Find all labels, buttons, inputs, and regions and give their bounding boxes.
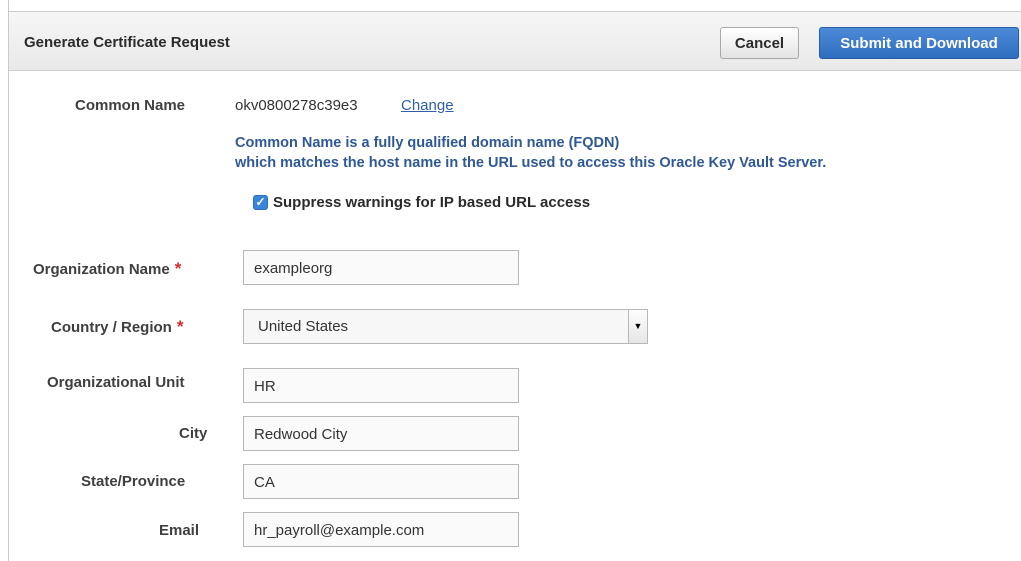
page-title: Generate Certificate Request xyxy=(24,34,230,51)
suppress-warnings-checkbox[interactable]: ✓ xyxy=(253,195,268,210)
common-name-label: Common Name xyxy=(75,97,186,114)
common-name-value: okv0800278c39e3 xyxy=(235,97,358,114)
required-marker: * xyxy=(174,259,182,278)
city-input[interactable]: Redwood City xyxy=(243,416,519,451)
country-region-selected-value: United States xyxy=(258,318,349,335)
organizational-unit-input[interactable]: HR xyxy=(243,368,519,403)
email-input[interactable]: hr_payroll@example.com xyxy=(243,512,519,547)
certificate-request-panel: Generate Certificate Request Cancel Subm… xyxy=(8,0,1021,561)
submit-and-download-button[interactable]: Submit and Download xyxy=(819,27,1019,59)
cancel-button[interactable]: Cancel xyxy=(720,27,799,59)
fqdn-help-text: Common Name is a fully qualified domain … xyxy=(235,133,826,173)
organization-name-label-text: Organization Name xyxy=(33,261,170,278)
organization-name-input[interactable]: exampleorg xyxy=(243,250,519,285)
organizational-unit-label: Organizational Unit xyxy=(47,374,185,391)
email-label: Email xyxy=(159,522,200,539)
city-label: City xyxy=(179,425,208,442)
fqdn-help-line-1: Common Name is a fully qualified domain … xyxy=(235,135,620,151)
dropdown-arrow-icon[interactable]: ▼ xyxy=(628,310,647,343)
country-region-select[interactable]: United States ▼ xyxy=(243,309,648,344)
panel-header: Generate Certificate Request Cancel Subm… xyxy=(9,11,1021,71)
suppress-warnings-label[interactable]: Suppress warnings for IP based URL acces… xyxy=(273,194,590,211)
fqdn-help-line-2: which matches the host name in the URL u… xyxy=(235,155,827,171)
state-province-input[interactable]: CA xyxy=(243,464,519,499)
state-province-label: State/Province xyxy=(81,473,186,490)
required-marker: * xyxy=(176,317,184,336)
check-icon: ✓ xyxy=(255,195,266,209)
change-link[interactable]: Change xyxy=(401,97,454,114)
country-region-label: Country / Region * xyxy=(51,317,183,337)
country-region-label-text: Country / Region xyxy=(51,319,172,336)
organization-name-label: Organization Name * xyxy=(33,259,181,279)
